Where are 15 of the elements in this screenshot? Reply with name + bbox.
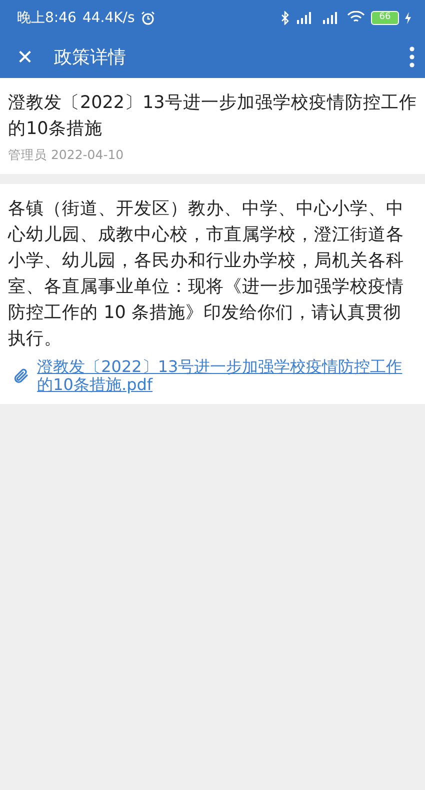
bluetooth-icon	[281, 10, 289, 24]
article-title: 澄教发〔2022〕13号进一步加强学校疫情防控工作的10条措施	[8, 92, 417, 141]
author: 管理员	[8, 147, 47, 162]
battery-indicator: 66	[371, 10, 399, 24]
publish-date: 2022-04-10	[50, 147, 124, 162]
close-button[interactable]: ✕	[14, 44, 36, 68]
network-speed: 44.4K/s	[82, 10, 135, 26]
attachment-link[interactable]: 澄教发〔2022〕13号进一步加强学校疫情防控工作的10条措施.pdf	[37, 358, 411, 394]
more-icon[interactable]	[409, 46, 415, 68]
status-time: 晚上8:46	[17, 8, 76, 26]
wifi-icon	[347, 11, 365, 24]
alarm-icon	[140, 10, 155, 24]
page-title: 政策详情	[54, 46, 126, 68]
charging-icon	[405, 12, 411, 24]
article-body: 各镇（街道、开发区）教办、中学、中心小学、中心幼儿园、成教中心校，市直属学校，澄江街道各小学、幼儿园，各民办和行业办学校，局机关各科室、各直属事业单位：现将《进一步加强学校疫情防控工作的 10 条措施》印发给你们，请认真贯彻执行。	[8, 198, 405, 351]
